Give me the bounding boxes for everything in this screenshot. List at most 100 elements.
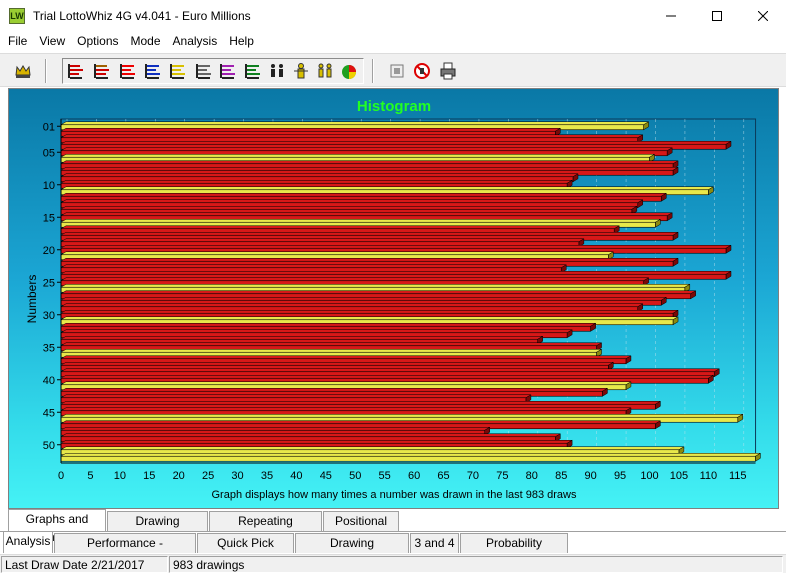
- tab-performance-combinations[interactable]: Performance - Combinations: [54, 533, 196, 568]
- bar-top-30: [60, 310, 679, 314]
- x-tick-label: 35: [261, 470, 273, 482]
- maximize-button[interactable]: [694, 0, 740, 31]
- stop-icon[interactable]: [388, 62, 406, 80]
- histogram-panel: Histogram Numbers Graph displays how man…: [8, 88, 779, 509]
- minimize-button[interactable]: [648, 0, 694, 31]
- bar-top-45: [60, 407, 632, 411]
- tab-drawing-groupings[interactable]: Drawing Groupings: [107, 511, 208, 546]
- bar-top-50: [60, 440, 574, 444]
- bar-top-24: [60, 271, 732, 275]
- x-tick-label: 70: [467, 470, 479, 482]
- minimize-icon: [666, 15, 676, 16]
- bar-top-08: [60, 167, 679, 171]
- status-bar: Last Draw Date 2/21/2017 983 drawings: [0, 554, 786, 573]
- bar-top-19: [60, 238, 585, 242]
- bar-top-03: [60, 134, 644, 138]
- x-tick-label: 10: [114, 470, 126, 482]
- close-button[interactable]: [740, 0, 786, 31]
- histogram-alt-icon[interactable]: [92, 62, 110, 80]
- toolbar-separator: [372, 59, 374, 83]
- main-tabs: Analysis Performance - Combinations Quic…: [0, 531, 786, 568]
- histogram-purple-icon[interactable]: [218, 62, 236, 80]
- tab-drawing-maintenance[interactable]: Drawing Maintenance: [295, 533, 409, 568]
- x-tick-label: 80: [526, 470, 538, 482]
- tab-graphs-and-charts[interactable]: Graphs and Charts: [8, 509, 106, 544]
- tab-analysis[interactable]: Analysis: [3, 531, 53, 553]
- maximize-icon: [712, 10, 722, 21]
- bar-top-41: [60, 381, 632, 385]
- bar-top-23: [60, 264, 568, 268]
- y-tick-label: 10: [43, 180, 55, 192]
- x-tick-label: 0: [58, 470, 64, 482]
- x-tick-label: 55: [379, 470, 391, 482]
- menu-help[interactable]: Help: [223, 31, 260, 51]
- histogram-gray-icon[interactable]: [194, 62, 212, 80]
- window-title: Trial LottoWhiz 4G v4.041 - Euro Million…: [33, 8, 251, 23]
- y-tick-label: 25: [43, 277, 55, 289]
- bar-top-36: [60, 349, 603, 353]
- y-tick-label: 35: [43, 342, 55, 354]
- bar-top-02: [60, 128, 562, 132]
- x-tick-label: 85: [555, 470, 567, 482]
- y-tick-label: 20: [43, 245, 55, 257]
- menu-analysis[interactable]: Analysis: [167, 31, 224, 51]
- grid-people-icon[interactable]: [316, 62, 334, 80]
- bar-top-44: [60, 401, 662, 405]
- bar-top-27: [60, 290, 697, 294]
- bar-top-17: [60, 225, 621, 229]
- tab-quick-pick-center[interactable]: Quick Pick Center: [197, 533, 294, 568]
- x-tick-label: 30: [231, 470, 243, 482]
- x-tick-label: 105: [670, 470, 688, 482]
- tab-positional-hits[interactable]: Positional Hits: [323, 511, 399, 546]
- bar-top-13: [60, 199, 644, 203]
- histogram-yellow-icon[interactable]: [168, 62, 186, 80]
- bar-top-09: [60, 173, 579, 177]
- y-tick-label: 50: [43, 440, 55, 452]
- bar-top-25: [60, 277, 650, 281]
- x-tick-label: 60: [408, 470, 420, 482]
- x-tick-label: 115: [729, 470, 747, 482]
- bar-undefined: [60, 455, 756, 462]
- tab-probability-calculator[interactable]: Probability Calculator: [460, 533, 568, 568]
- bar-top-12: [60, 193, 668, 197]
- tab-repeating-frequency[interactable]: Repeating Frequency: [209, 511, 322, 546]
- bar-top-undefined: [60, 453, 762, 457]
- app-logo-icon: LW: [9, 7, 25, 24]
- menu-view[interactable]: View: [33, 31, 71, 51]
- y-tick-label: 30: [43, 310, 55, 322]
- x-tick-label: 15: [143, 470, 155, 482]
- bar-top-34: [60, 336, 544, 340]
- pie-chart-icon[interactable]: [340, 62, 358, 80]
- bar-top-46: [60, 414, 744, 418]
- x-tick-label: 45: [320, 470, 332, 482]
- x-tick-label: 50: [349, 470, 361, 482]
- yellow-people-icon[interactable]: [292, 62, 310, 80]
- y-tick-label: 05: [43, 147, 55, 159]
- people-icon[interactable]: [268, 62, 286, 80]
- bar-top-11: [60, 186, 715, 190]
- histogram-red-icon[interactable]: [118, 62, 136, 80]
- bar-top-40: [60, 375, 715, 379]
- bar-top-18: [60, 232, 679, 236]
- x-tick-label: 20: [173, 470, 185, 482]
- histogram-blue-icon[interactable]: [143, 62, 161, 80]
- histogram-icon[interactable]: [66, 62, 84, 80]
- bar-top-28: [60, 297, 668, 301]
- bar-top-undefined: [60, 446, 685, 450]
- tab-3-and-4[interactable]: 3 and 4: [410, 533, 459, 553]
- histogram-green-icon[interactable]: [243, 62, 261, 80]
- bar-top-42: [60, 388, 609, 392]
- no-icon[interactable]: [413, 62, 431, 80]
- printer-icon[interactable]: [439, 62, 457, 80]
- bar-top-10: [60, 180, 574, 184]
- bar-top-48: [60, 427, 491, 431]
- x-tick-label: 75: [496, 470, 508, 482]
- bar-top-38: [60, 362, 615, 366]
- menu-mode[interactable]: Mode: [125, 31, 167, 51]
- toolbar-separator: [45, 59, 47, 83]
- menu-options[interactable]: Options: [71, 31, 124, 51]
- x-tick-label: 40: [290, 470, 302, 482]
- crown-icon[interactable]: [14, 62, 32, 80]
- menu-file[interactable]: File: [2, 31, 33, 51]
- bar-top-04: [60, 141, 732, 145]
